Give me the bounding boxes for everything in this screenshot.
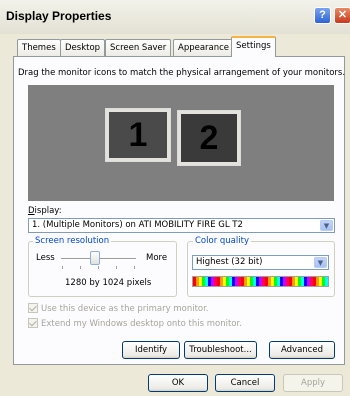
tab-appearance[interactable]: Appearance	[173, 39, 235, 56]
display-select-value: 1. (Multiple Monitors) on ATI MOBILITY F…	[32, 220, 243, 230]
tab-settings[interactable]: Settings	[231, 36, 276, 57]
extend-desktop-option[interactable]: Extend my Windows desktop onto this moni…	[28, 318, 242, 329]
monitor-2-number: 2	[181, 114, 237, 162]
less-label: Less	[36, 253, 55, 263]
color-quality-legend: Color quality	[193, 236, 251, 246]
color-quality-select[interactable]: Highest (32 bit) ▼	[192, 255, 329, 270]
close-icon[interactable]: ✕	[334, 7, 350, 24]
extend-desktop-checkbox[interactable]	[28, 318, 38, 328]
slider-tick	[98, 266, 99, 269]
slider-tick	[62, 266, 63, 269]
instruction-text: Drag the monitor icons to match the phys…	[18, 68, 346, 78]
tab-themes[interactable]: Themes	[17, 39, 61, 56]
window-title: Display Properties	[6, 9, 112, 23]
cancel-button[interactable]: Cancel	[215, 374, 275, 392]
advanced-button[interactable]: Advanced	[269, 341, 335, 359]
tab-screen-saver[interactable]: Screen Saver	[105, 39, 172, 56]
more-label: More	[146, 253, 168, 263]
slider-tick	[80, 266, 81, 269]
primary-monitor-option[interactable]: Use this device as the primary monitor.	[28, 303, 209, 314]
slider-tick	[134, 266, 135, 269]
troubleshoot-button[interactable]: Troubleshoot...	[184, 341, 257, 359]
resolution-value: 1280 by 1024 pixels	[65, 278, 152, 288]
chevron-down-icon[interactable]: ▼	[314, 257, 327, 268]
extend-desktop-label: Extend my Windows desktop onto this moni…	[41, 319, 242, 329]
chevron-down-icon[interactable]: ▼	[320, 220, 333, 231]
color-spectrum-preview	[192, 276, 329, 287]
apply-button[interactable]: Apply	[283, 374, 343, 392]
display-label: Display:	[28, 206, 62, 216]
identify-button[interactable]: Identify	[122, 341, 180, 359]
help-icon[interactable]: ?	[314, 7, 331, 24]
primary-monitor-checkbox[interactable]	[28, 303, 38, 313]
color-quality-value: Highest (32 bit)	[196, 257, 263, 267]
monitor-2[interactable]: 2	[177, 110, 241, 166]
resolution-slider-thumb[interactable]	[89, 251, 100, 265]
screen-resolution-group	[28, 241, 177, 297]
ok-button[interactable]: OK	[148, 374, 208, 392]
display-select[interactable]: 1. (Multiple Monitors) on ATI MOBILITY F…	[28, 218, 335, 233]
slider-tick	[116, 266, 117, 269]
monitor-1[interactable]: 1	[105, 108, 171, 162]
screen-resolution-legend: Screen resolution	[33, 236, 112, 246]
monitor-1-number: 1	[109, 112, 167, 158]
primary-monitor-label: Use this device as the primary monitor.	[41, 304, 209, 314]
tab-desktop[interactable]: Desktop	[60, 39, 106, 56]
